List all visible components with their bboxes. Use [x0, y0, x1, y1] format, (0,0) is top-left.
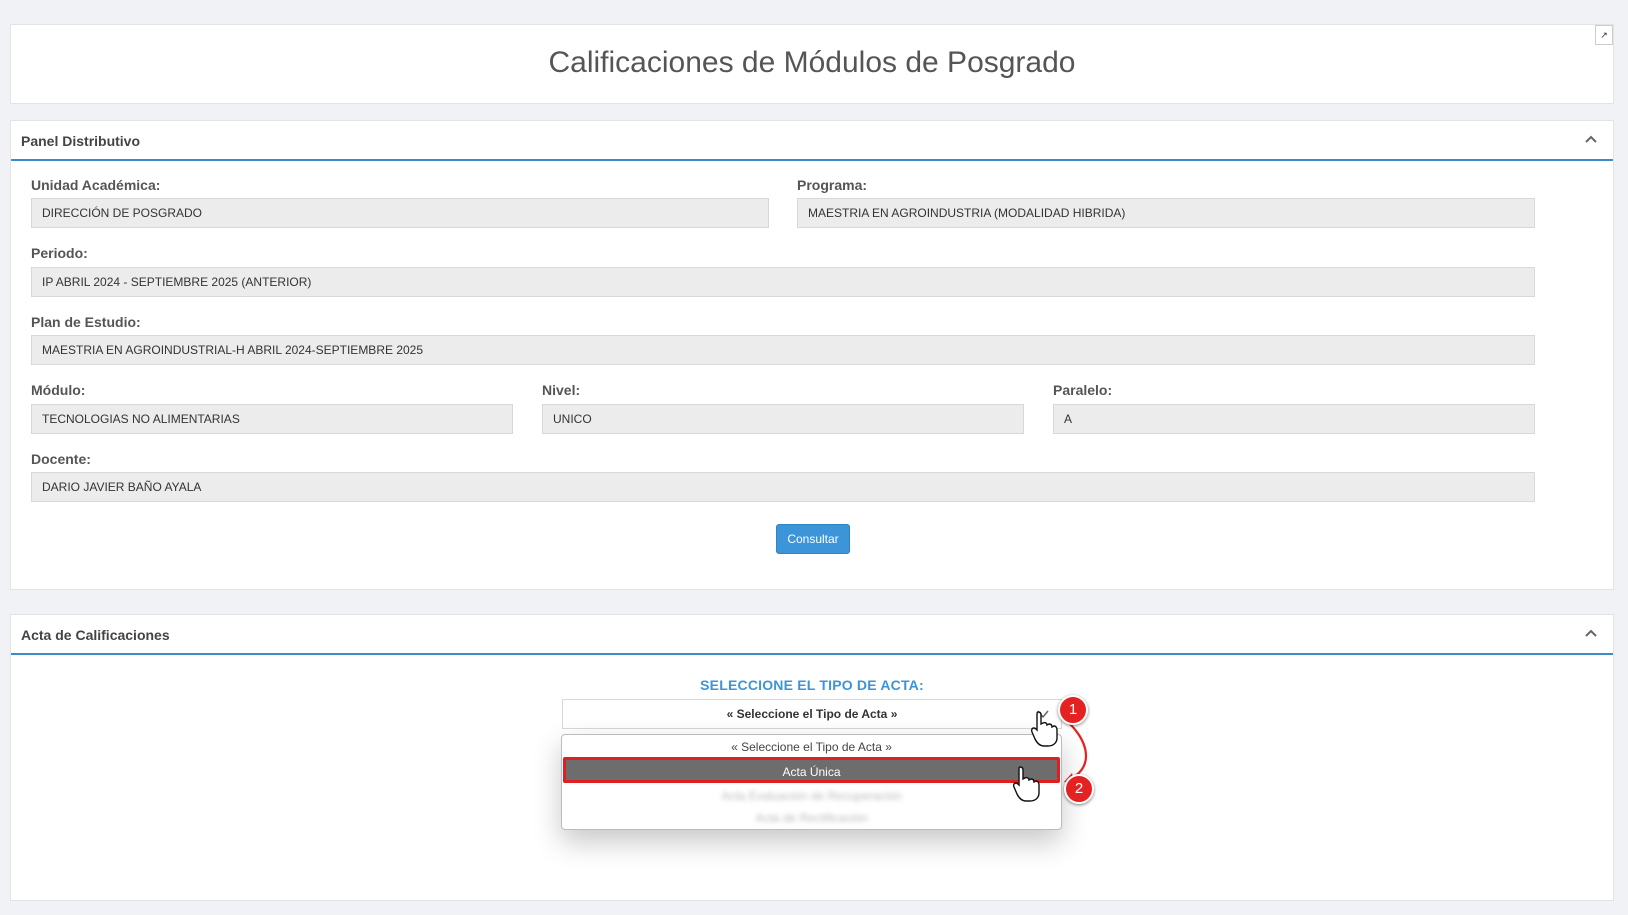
panel-acta-header[interactable]: Acta de Calificaciones: [11, 615, 1613, 655]
docente-field[interactable]: DARIO JAVIER BAÑO AYALA: [31, 472, 1535, 502]
tipo-acta-dropdown: « Seleccione el Tipo de Acta » Acta Únic…: [561, 734, 1062, 830]
nivel-label: Nivel:: [542, 382, 581, 398]
panel-distributivo-title: Panel Distributivo: [21, 133, 141, 149]
plan-field[interactable]: MAESTRIA EN AGROINDUSTRIAL-H ABRIL 2024-…: [31, 335, 1535, 365]
chevron-up-icon[interactable]: [1583, 625, 1599, 641]
option-acta-unica[interactable]: Acta Única: [563, 757, 1060, 783]
option-blurred-2[interactable]: Acta de Rectificación: [562, 811, 1061, 825]
periodo-label: Periodo:: [31, 245, 88, 261]
panel-distributivo: Panel Distributivo Unidad Académica: DIR…: [10, 120, 1614, 590]
panel-distributivo-header[interactable]: Panel Distributivo: [11, 121, 1613, 161]
docente-label: Docente:: [31, 451, 91, 467]
modulo-label: Módulo:: [31, 382, 86, 398]
programa-field[interactable]: MAESTRIA EN AGROINDUSTRIA (MODALIDAD HIB…: [797, 198, 1535, 228]
select-acta-heading: SELECCIONE EL TIPO DE ACTA:: [700, 677, 924, 693]
option-placeholder[interactable]: « Seleccione el Tipo de Acta »: [562, 740, 1061, 754]
page-title: Calificaciones de Módulos de Posgrado: [548, 46, 1076, 79]
periodo-field[interactable]: IP ABRIL 2024 - SEPTIEMBRE 2025 (ANTERIO…: [31, 267, 1535, 297]
chevron-up-icon[interactable]: [1583, 131, 1599, 147]
option-blurred-1[interactable]: Acta Evaluación de Recuperación: [562, 789, 1061, 803]
paralelo-label: Paralelo:: [1053, 382, 1113, 398]
expand-icon[interactable]: ↗: [1595, 25, 1613, 45]
programa-label: Programa:: [797, 177, 868, 193]
page-header: Calificaciones de Módulos de Posgrado ↗: [10, 24, 1614, 104]
panel-acta-title: Acta de Calificaciones: [21, 627, 170, 643]
nivel-field[interactable]: UNICO: [542, 404, 1024, 434]
unidad-field[interactable]: DIRECCIÓN DE POSGRADO: [31, 198, 769, 228]
plan-label: Plan de Estudio:: [31, 314, 141, 330]
tipo-acta-select[interactable]: « Seleccione el Tipo de Acta »: [562, 699, 1062, 729]
modulo-field[interactable]: TECNOLOGIAS NO ALIMENTARIAS: [31, 404, 513, 434]
paralelo-field[interactable]: A: [1053, 404, 1535, 434]
step-badge-1: 1: [1058, 695, 1088, 725]
step-badge-2: 2: [1064, 774, 1094, 804]
consultar-button[interactable]: Consultar: [776, 524, 850, 554]
unidad-label: Unidad Académica:: [31, 177, 161, 193]
